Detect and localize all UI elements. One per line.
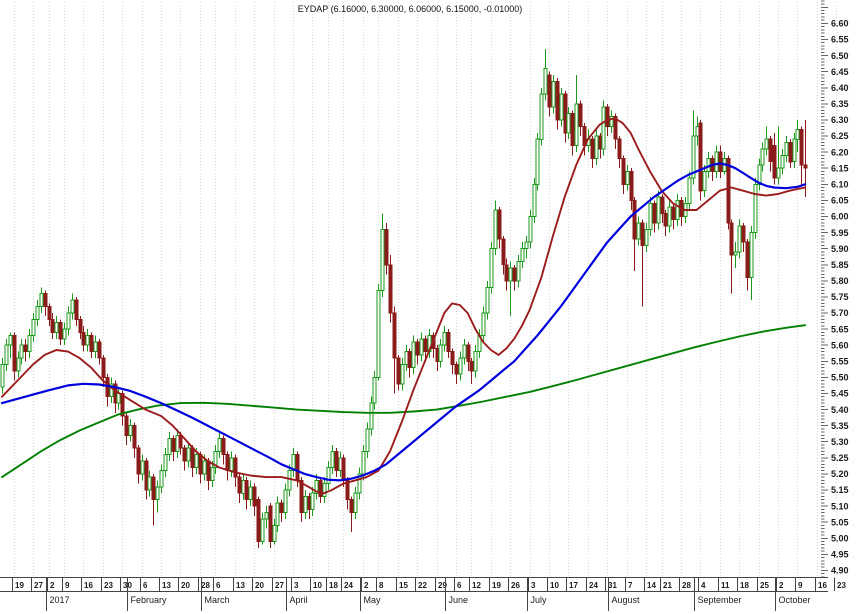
svg-text:May: May bbox=[364, 595, 382, 605]
svg-text:12: 12 bbox=[472, 581, 481, 590]
svg-text:5.20: 5.20 bbox=[831, 469, 849, 479]
svg-text:5.45: 5.45 bbox=[831, 389, 849, 399]
svg-text:February: February bbox=[131, 595, 168, 605]
svg-text:6.50: 6.50 bbox=[831, 51, 849, 61]
svg-text:18: 18 bbox=[740, 581, 749, 590]
svg-text:6: 6 bbox=[216, 581, 221, 590]
svg-text:7: 7 bbox=[628, 581, 633, 590]
svg-text:5.00: 5.00 bbox=[831, 534, 849, 544]
svg-text:6.10: 6.10 bbox=[831, 180, 849, 190]
svg-text:27: 27 bbox=[275, 581, 284, 590]
svg-text:5.35: 5.35 bbox=[831, 421, 849, 431]
svg-text:April: April bbox=[290, 595, 308, 605]
svg-text:6: 6 bbox=[457, 581, 462, 590]
svg-text:July: July bbox=[531, 595, 548, 605]
svg-text:March: March bbox=[205, 595, 230, 605]
svg-text:6.15: 6.15 bbox=[831, 163, 849, 173]
svg-text:6.00: 6.00 bbox=[831, 212, 849, 222]
svg-text:2017: 2017 bbox=[50, 595, 70, 605]
svg-text:26: 26 bbox=[511, 581, 520, 590]
svg-text:9: 9 bbox=[65, 581, 70, 590]
svg-text:2: 2 bbox=[50, 581, 55, 590]
svg-text:25: 25 bbox=[760, 581, 769, 590]
svg-text:24: 24 bbox=[589, 581, 598, 590]
svg-text:14: 14 bbox=[647, 581, 656, 590]
svg-text:5.50: 5.50 bbox=[831, 373, 849, 383]
svg-text:16: 16 bbox=[818, 581, 827, 590]
svg-text:5.85: 5.85 bbox=[831, 260, 849, 270]
svg-text:5.95: 5.95 bbox=[831, 228, 849, 238]
svg-text:5.70: 5.70 bbox=[831, 308, 849, 318]
svg-text:21: 21 bbox=[663, 581, 672, 590]
svg-text:June: June bbox=[449, 595, 469, 605]
svg-text:3: 3 bbox=[294, 581, 299, 590]
svg-text:13: 13 bbox=[162, 581, 171, 590]
svg-text:13: 13 bbox=[236, 581, 245, 590]
svg-text:5.60: 5.60 bbox=[831, 340, 849, 350]
svg-text:6: 6 bbox=[143, 581, 148, 590]
svg-text:5.55: 5.55 bbox=[831, 357, 849, 367]
svg-text:6.20: 6.20 bbox=[831, 147, 849, 157]
svg-text:4.95: 4.95 bbox=[831, 550, 849, 560]
svg-text:5.90: 5.90 bbox=[831, 244, 849, 254]
svg-text:2: 2 bbox=[779, 581, 784, 590]
svg-text:August: August bbox=[612, 595, 641, 605]
svg-text:17: 17 bbox=[569, 581, 578, 590]
svg-text:4.90: 4.90 bbox=[831, 566, 849, 576]
chart-canvas[interactable]: 4.90 4.95 5.00 5.05 5.10 5.15 5.20 5.25 5.30 5.35… bbox=[0, 0, 861, 614]
gridlines bbox=[14, 2, 837, 577]
svg-text:28: 28 bbox=[201, 581, 210, 590]
svg-text:5.25: 5.25 bbox=[831, 453, 849, 463]
svg-text:4: 4 bbox=[701, 581, 706, 590]
svg-text:10: 10 bbox=[313, 581, 322, 590]
svg-text:29: 29 bbox=[438, 581, 447, 590]
svg-text:20: 20 bbox=[255, 581, 264, 590]
svg-text:October: October bbox=[779, 595, 811, 605]
svg-text:5.75: 5.75 bbox=[831, 292, 849, 302]
chart-title: EYDAP (6.16000, 6.30000, 6.06000, 6.1500… bbox=[297, 4, 523, 14]
svg-text:24: 24 bbox=[344, 581, 353, 590]
metastock-chart-window: EYDAP (6.16000, 6.30000, 6.06000, 6.1500… bbox=[0, 0, 861, 614]
svg-text:20: 20 bbox=[181, 581, 190, 590]
svg-text:19: 19 bbox=[15, 581, 24, 590]
svg-text:6.60: 6.60 bbox=[831, 19, 849, 29]
svg-text:5.30: 5.30 bbox=[831, 437, 849, 447]
svg-text:6.45: 6.45 bbox=[831, 67, 849, 77]
svg-text:16: 16 bbox=[84, 581, 93, 590]
svg-text:23: 23 bbox=[104, 581, 113, 590]
svg-text:15: 15 bbox=[399, 581, 408, 590]
svg-text:5.15: 5.15 bbox=[831, 485, 849, 495]
svg-text:6.25: 6.25 bbox=[831, 131, 849, 141]
svg-text:2: 2 bbox=[364, 581, 369, 590]
svg-text:6.40: 6.40 bbox=[831, 83, 849, 93]
svg-text:19: 19 bbox=[492, 581, 501, 590]
svg-text:9: 9 bbox=[798, 581, 803, 590]
svg-text:6.30: 6.30 bbox=[831, 115, 849, 125]
svg-text:5.40: 5.40 bbox=[831, 405, 849, 415]
svg-text:23: 23 bbox=[837, 581, 846, 590]
svg-text:5.80: 5.80 bbox=[831, 276, 849, 286]
svg-text:27: 27 bbox=[34, 581, 43, 590]
svg-text:8: 8 bbox=[379, 581, 384, 590]
svg-text:6.35: 6.35 bbox=[831, 99, 849, 109]
svg-text:September: September bbox=[698, 595, 742, 605]
svg-text:10: 10 bbox=[550, 581, 559, 590]
svg-text:6.05: 6.05 bbox=[831, 196, 849, 206]
svg-text:18: 18 bbox=[329, 581, 338, 590]
candlestick-series bbox=[0, 49, 808, 548]
svg-text:6.55: 6.55 bbox=[831, 35, 849, 45]
x-axis: 19 27 2 9 16 23 30 6 13 20 28 6 13 20 27 3 10 18 24 2 8 15 22 2… bbox=[0, 577, 846, 611]
svg-text:22: 22 bbox=[418, 581, 427, 590]
svg-text:3: 3 bbox=[531, 581, 536, 590]
y-axis: 4.90 4.95 5.00 5.05 5.10 5.15 5.20 5.25 5.30 5.35… bbox=[821, 0, 849, 578]
svg-text:5.10: 5.10 bbox=[831, 501, 849, 511]
svg-text:5.05: 5.05 bbox=[831, 517, 849, 527]
svg-text:31: 31 bbox=[608, 581, 617, 590]
svg-text:5.65: 5.65 bbox=[831, 324, 849, 334]
svg-text:28: 28 bbox=[682, 581, 691, 590]
svg-text:11: 11 bbox=[721, 581, 730, 590]
